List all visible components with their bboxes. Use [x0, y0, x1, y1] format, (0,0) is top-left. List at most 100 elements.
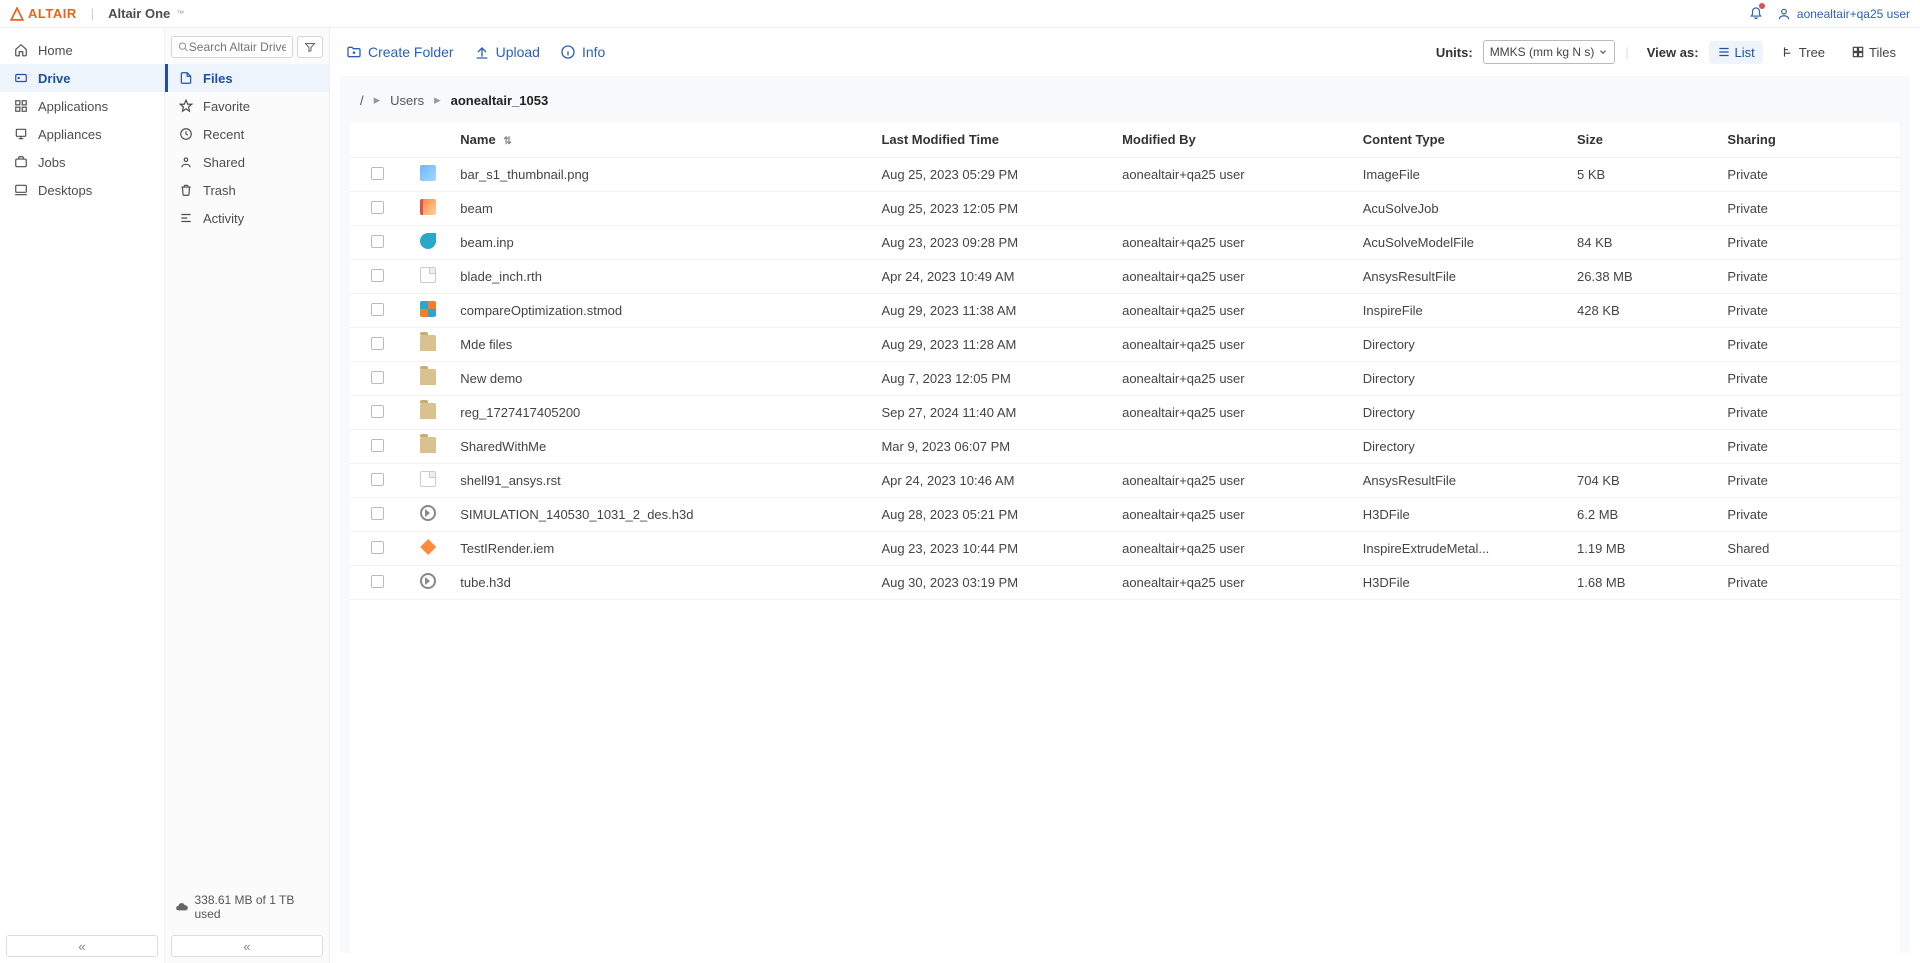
file-panel: / ▸ Users ▸ aonealtair_1053 Name ⇅ [340, 76, 1910, 953]
info-button[interactable]: Info [560, 44, 605, 60]
file-content-type: Directory [1363, 337, 1415, 352]
row-checkbox[interactable] [371, 439, 384, 452]
breadcrumb-users[interactable]: Users [390, 93, 424, 108]
file-content-type: InspireExtrudeMetal... [1363, 541, 1489, 556]
sidebar-item-favorite[interactable]: Favorite [165, 92, 329, 120]
file-sharing: Private [1727, 371, 1767, 386]
upload-label: Upload [496, 44, 540, 60]
file-size: 5 KB [1577, 167, 1605, 182]
sidebar-item-appliances[interactable]: Appliances [0, 120, 164, 148]
table-row[interactable]: bar_s1_thumbnail.pngAug 25, 2023 05:29 P… [350, 158, 1900, 192]
search-input[interactable] [189, 40, 286, 54]
table-row[interactable]: blade_inch.rthApr 24, 2023 10:49 AMaonea… [350, 260, 1900, 294]
row-checkbox[interactable] [371, 541, 384, 554]
row-checkbox[interactable] [371, 507, 384, 520]
file-table: Name ⇅ Last Modified Time Modified By Co… [350, 122, 1900, 600]
create-folder-button[interactable]: Create Folder [346, 44, 454, 60]
file-name: compareOptimization.stmod [460, 303, 622, 318]
header-by[interactable]: Modified By [1114, 122, 1355, 158]
sidebar-item-jobs[interactable]: Jobs [0, 148, 164, 176]
row-checkbox[interactable] [371, 337, 384, 350]
notification-dot [1759, 3, 1765, 9]
table-row[interactable]: compareOptimization.stmod Aug 29, 2023 11… [350, 294, 1900, 328]
row-checkbox[interactable] [371, 303, 384, 316]
file-modified-by: aonealtair+qa25 user [1122, 269, 1245, 284]
file-content-type: Directory [1363, 405, 1415, 420]
sidebar-item-files[interactable]: Files [165, 64, 329, 92]
row-checkbox[interactable] [371, 201, 384, 214]
row-checkbox[interactable] [371, 371, 384, 384]
file-modified-by: aonealtair+qa25 user [1122, 405, 1245, 420]
row-checkbox[interactable] [371, 235, 384, 248]
file-modified-by: aonealtair+qa25 user [1122, 507, 1245, 522]
header-name[interactable]: Name ⇅ [452, 122, 873, 158]
activity-icon [179, 211, 193, 225]
table-row[interactable]: shell91_ansys.rstApr 24, 2023 10:46 AMao… [350, 464, 1900, 498]
file-content-type: Directory [1363, 371, 1415, 386]
brand-name: ALTAIR [28, 6, 77, 21]
table-row[interactable]: Mde filesAug 29, 2023 11:28 AMaonealtair… [350, 328, 1900, 362]
file-modified: Aug 29, 2023 11:38 AM [881, 303, 1016, 318]
shared-icon [179, 155, 193, 169]
view-tree-button[interactable]: Tree [1773, 41, 1833, 64]
breadcrumb-root[interactable]: / [360, 93, 364, 108]
header-size[interactable]: Size [1569, 122, 1719, 158]
view-list-button[interactable]: List [1709, 41, 1763, 64]
sidebar-item-shared[interactable]: Shared [165, 148, 329, 176]
table-row[interactable]: New demoAug 7, 2023 12:05 PMaonealtair+q… [350, 362, 1900, 396]
sidebar-item-home[interactable]: Home [0, 36, 164, 64]
collapse-secondary-sidebar-button[interactable]: « [171, 935, 323, 957]
table-row[interactable]: tube.h3dAug 30, 2023 03:19 PMaonealtair+… [350, 566, 1900, 600]
sidebar-item-trash[interactable]: Trash [165, 176, 329, 204]
file-size: 84 KB [1577, 235, 1612, 250]
sidebar-item-desktops[interactable]: Desktops [0, 176, 164, 204]
header-sharing-label: Sharing [1727, 132, 1775, 147]
row-checkbox[interactable] [371, 167, 384, 180]
units-select[interactable]: MMKS (mm kg N s) [1483, 40, 1616, 64]
sidebar-item-applications[interactable]: Applications [0, 92, 164, 120]
file-size: 26.38 MB [1577, 269, 1633, 284]
file-sharing: Private [1727, 473, 1767, 488]
row-checkbox[interactable] [371, 575, 384, 588]
view-tiles-button[interactable]: Tiles [1843, 41, 1904, 64]
filter-button[interactable] [297, 36, 323, 58]
topbar: ALTAIR | Altair One™ aonealtair+qa25 use… [0, 0, 1920, 28]
file-name: beam [460, 201, 493, 216]
file-modified: Apr 24, 2023 10:46 AM [881, 473, 1014, 488]
tree-icon [1781, 45, 1795, 59]
header-modified[interactable]: Last Modified Time [873, 122, 1114, 158]
file-type-icon [420, 471, 436, 487]
table-row[interactable]: beamAug 25, 2023 12:05 PMAcuSolveJobPriv… [350, 192, 1900, 226]
header-sharing[interactable]: Sharing [1719, 122, 1900, 158]
header-type[interactable]: Content Type [1355, 122, 1569, 158]
jobs-icon [14, 155, 28, 169]
row-checkbox[interactable] [371, 405, 384, 418]
file-modified: Aug 7, 2023 12:05 PM [881, 371, 1010, 386]
table-row[interactable]: reg_1727417405200Sep 27, 2024 11:40 AMao… [350, 396, 1900, 430]
header-checkbox[interactable] [350, 122, 404, 158]
files-icon [179, 71, 193, 85]
brand-block: ALTAIR | Altair One™ [10, 6, 184, 21]
table-row[interactable]: SIMULATION_140530_1031_2_des.h3dAug 28, … [350, 498, 1900, 532]
file-modified-by: aonealtair+qa25 user [1122, 541, 1245, 556]
upload-button[interactable]: Upload [474, 44, 540, 60]
sidebar-item-recent[interactable]: Recent [165, 120, 329, 148]
row-checkbox[interactable] [371, 473, 384, 486]
apps-icon [14, 99, 28, 113]
user-menu[interactable]: aonealtair+qa25 user [1777, 7, 1910, 21]
notifications-icon[interactable] [1749, 5, 1763, 22]
sidebar-item-drive[interactable]: Drive [0, 64, 164, 92]
file-name: TestIRender.iem [460, 541, 554, 556]
sidebar-item-label: Desktops [38, 183, 92, 198]
table-row[interactable]: SharedWithMeMar 9, 2023 06:07 PMDirector… [350, 430, 1900, 464]
sidebar-item-activity[interactable]: Activity [165, 204, 329, 232]
file-name: SIMULATION_140530_1031_2_des.h3d [460, 507, 693, 522]
search-box[interactable] [171, 36, 293, 58]
row-checkbox[interactable] [371, 269, 384, 282]
primary-sidebar: Home Drive Applications Appliances Jobs … [0, 28, 165, 963]
table-row[interactable]: TestIRender.iemAug 23, 2023 10:44 PMaone… [350, 532, 1900, 566]
table-row[interactable]: beam.inpAug 23, 2023 09:28 PMaonealtair+… [350, 226, 1900, 260]
header-type-label: Content Type [1363, 132, 1445, 147]
collapse-primary-sidebar-button[interactable]: « [6, 935, 158, 957]
file-name: tube.h3d [460, 575, 511, 590]
